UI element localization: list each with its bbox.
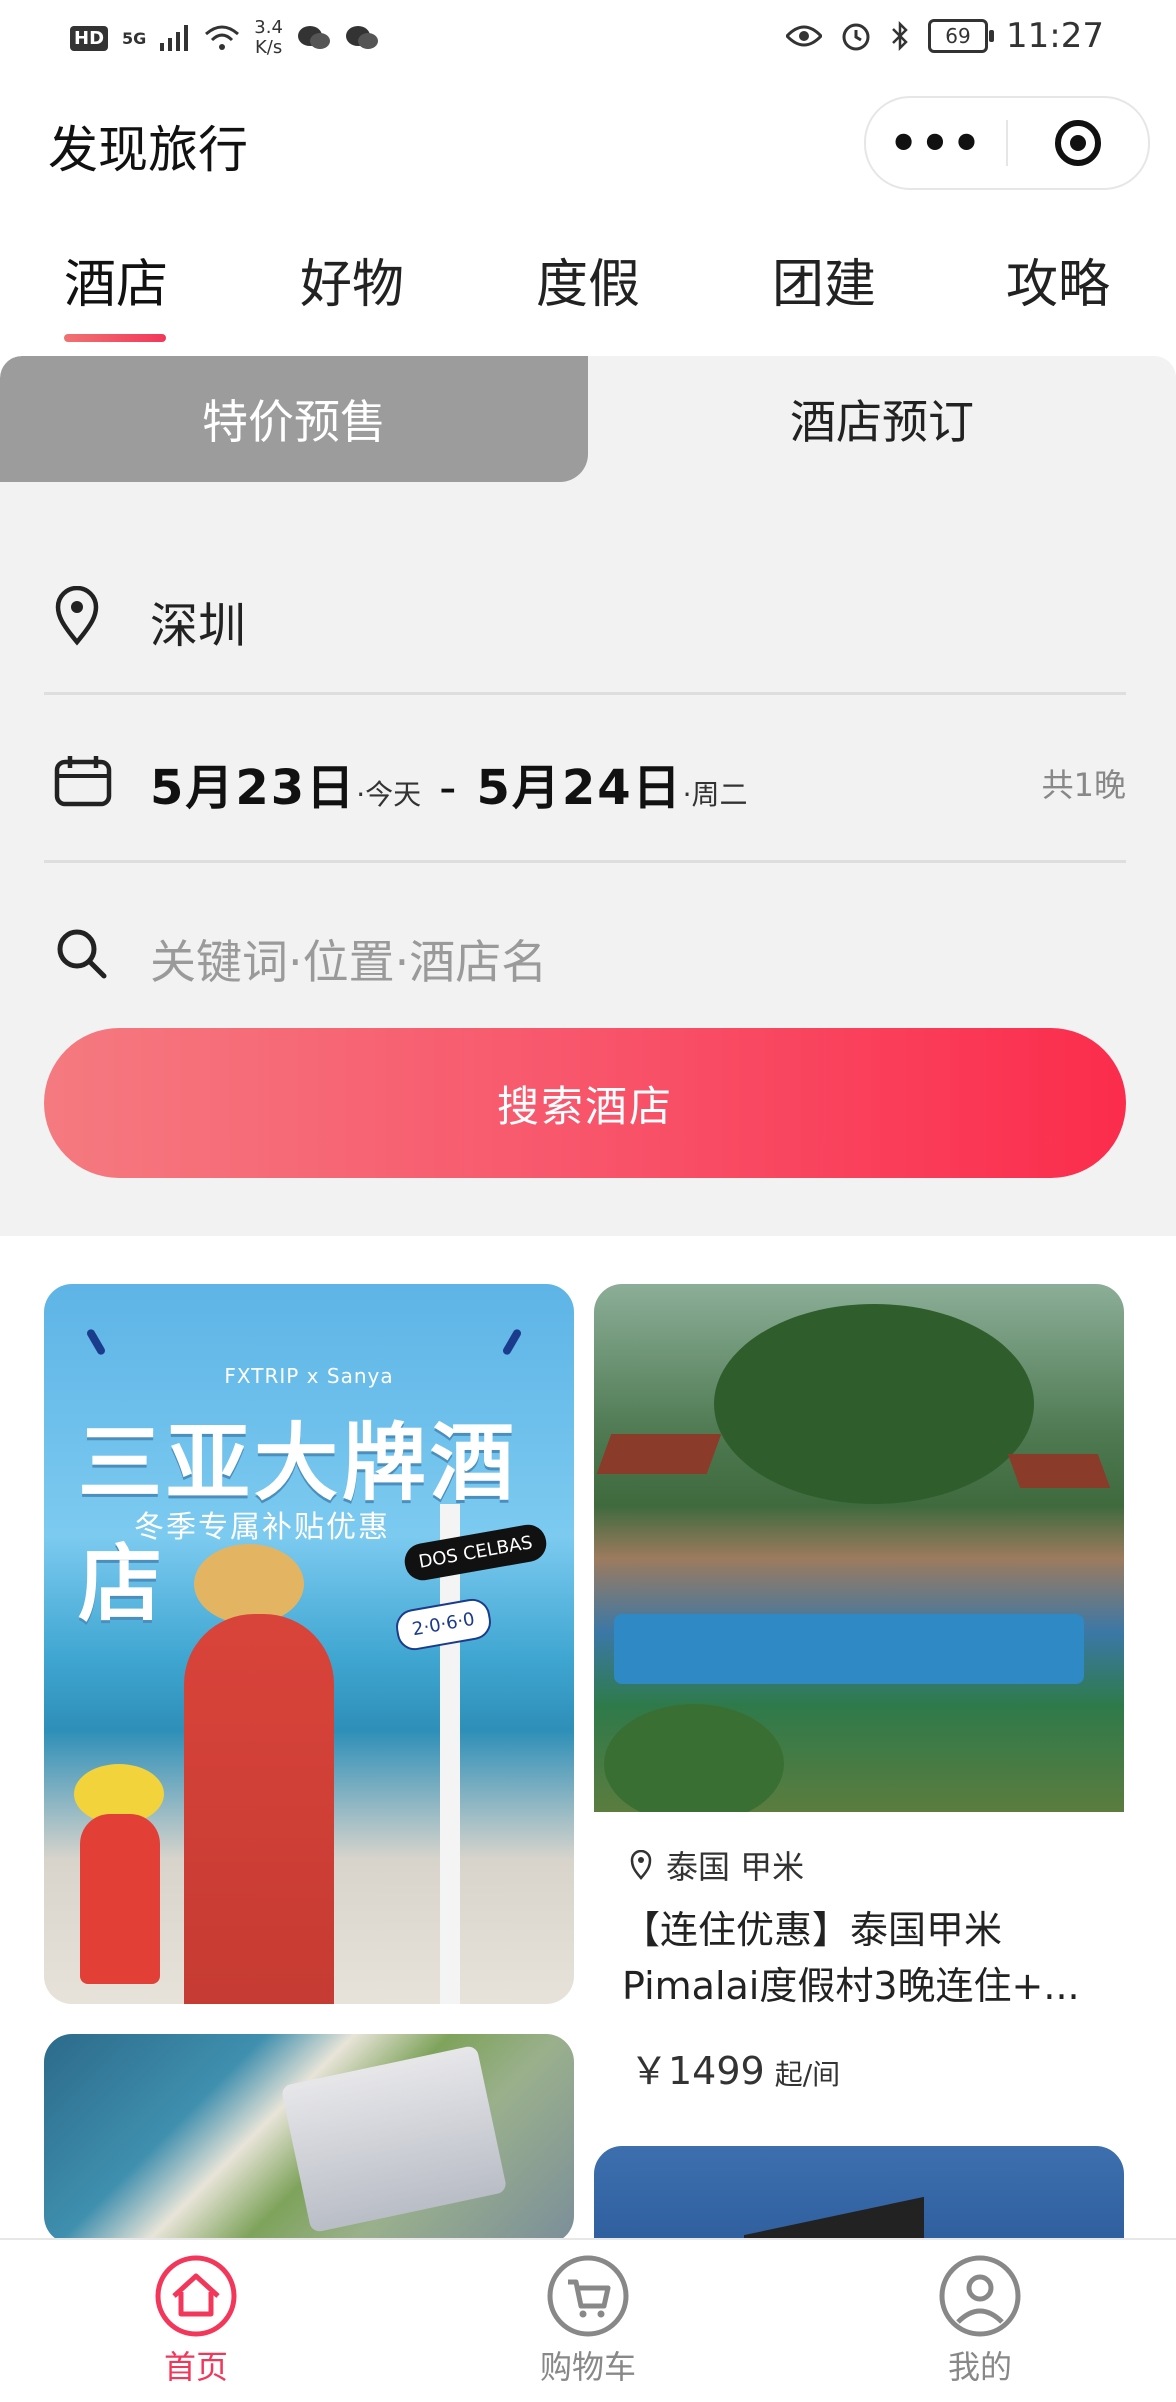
title-bar: 发现旅行 ••• [0, 72, 1176, 212]
calendar-icon [54, 756, 112, 807]
close-button[interactable] [1008, 120, 1148, 166]
hotel-price-row: ￥1499 起/间 [630, 2040, 840, 2095]
search-icon [57, 929, 107, 979]
speed-unit: K/s [254, 37, 283, 58]
pool [614, 1614, 1084, 1684]
profile-icon [939, 2255, 1021, 2337]
signpost [440, 1504, 460, 2004]
location-pin-icon [630, 1850, 652, 1880]
speed-value: 3.4 [254, 17, 283, 38]
bluetooth-icon [892, 20, 908, 52]
wifi-icon [205, 25, 240, 50]
nav-home[interactable]: 首页 [96, 2254, 296, 2388]
woman-figure-hat [194, 1544, 304, 1624]
checkin-date: 5月23日 [150, 760, 357, 816]
hotel-price: ￥1499 [630, 2049, 765, 2093]
battery-icon: 69 [928, 19, 995, 53]
promo-brand: FXTRIP x Sanya [224, 1364, 394, 1388]
alarm-icon [842, 23, 870, 51]
miniprogram-capsule: ••• [864, 96, 1150, 190]
city-selector[interactable]: 深圳 [48, 576, 1126, 666]
more-button[interactable]: ••• [866, 120, 1006, 166]
signal-icon [160, 25, 189, 51]
tab-team-building[interactable]: 团建 [744, 242, 904, 317]
promo-subtitle: 冬季专属补贴优惠 [134, 1510, 390, 1545]
bottom-nav: 首页 购物车 我的 [0, 2238, 1176, 2402]
checkin-day: ·今天 [356, 778, 422, 811]
active-tab-indicator [64, 334, 166, 342]
hotel-building [280, 2044, 508, 2234]
segment-presale[interactable]: 特价预售 [0, 356, 588, 482]
date-separator: - [439, 760, 459, 816]
segment-hotel-booking[interactable]: 酒店预订 [588, 356, 1176, 482]
decor-mark [85, 1327, 107, 1357]
category-tabs: 酒店 好物 度假 团建 攻略 [0, 242, 1176, 352]
keyword-search-field[interactable]: 关键词·位置·酒店名 [48, 916, 1126, 1006]
checkout-day: ·周二 [682, 778, 748, 811]
close-circle-icon [1055, 120, 1101, 166]
hotel-location-text: 泰国 甲米 [666, 1848, 805, 1886]
promo-card-sanya[interactable]: FXTRIP x Sanya 三亚大牌酒店 冬季专属补贴优惠 DOS CELBA… [44, 1284, 574, 2004]
nav-cart-label: 购物车 [539, 2348, 636, 2386]
status-left: HD 5G 3.4 K/s [70, 18, 379, 58]
hotel-photo [594, 1284, 1124, 1824]
divider [44, 860, 1126, 863]
date-selector[interactable]: 5月23日·今天 -5月24日·周二 共1晚 [48, 744, 1126, 834]
hotel-location: 泰国 甲米 [630, 1842, 804, 1888]
tree-canopy [604, 1704, 784, 1824]
clock: 11:27 [1006, 16, 1104, 56]
hotel-card-pimalai[interactable]: 泰国 甲米 【连住优惠】泰国甲米Pimalai度假村3晚连住+... ￥1499… [594, 1284, 1124, 2116]
wechat-icon [297, 26, 330, 49]
hd-badge: HD [70, 25, 109, 51]
wechat-icon-2 [345, 26, 378, 49]
date-range: 5月23日·今天 -5月24日·周二 [150, 748, 748, 818]
location-pin-icon [55, 586, 99, 646]
status-bar: HD 5G 3.4 K/s 69 11:27 [0, 0, 1176, 72]
search-hotel-button[interactable]: 搜索酒店 [44, 1028, 1126, 1178]
nav-profile-label: 我的 [947, 2348, 1012, 2386]
hotel-card-aerial[interactable] [44, 2034, 574, 2244]
tab-vacation[interactable]: 度假 [508, 242, 668, 317]
woman-figure [184, 1614, 334, 2004]
page-title: 发现旅行 [48, 121, 248, 179]
nav-home-label: 首页 [163, 2348, 228, 2386]
tree-canopy [714, 1304, 1034, 1504]
cart-icon [547, 2255, 629, 2337]
network-type: 5G [122, 28, 147, 48]
nights-count: 共1晚 [1041, 766, 1126, 804]
tab-guide[interactable]: 攻略 [978, 242, 1138, 317]
decor-mark [501, 1327, 523, 1357]
divider [44, 692, 1126, 695]
child-figure [80, 1814, 160, 1984]
network-speed: 3.4 K/s [254, 18, 283, 58]
city-name: 深圳 [150, 598, 247, 654]
roof [596, 1434, 722, 1474]
keyword-placeholder: 关键词·位置·酒店名 [150, 935, 548, 989]
status-right: 69 11:27 [786, 16, 1104, 56]
tab-goods[interactable]: 好物 [272, 242, 432, 317]
hotel-title: 【连住优惠】泰国甲米Pimalai度假村3晚连住+... [622, 1908, 1080, 2008]
hotel-info: 泰国 甲米 【连住优惠】泰国甲米Pimalai度假村3晚连住+... ￥1499… [594, 1812, 1124, 2116]
nav-cart[interactable]: 购物车 [488, 2254, 688, 2388]
eye-icon [786, 25, 823, 47]
roof [1007, 1454, 1111, 1488]
home-icon [155, 2255, 237, 2337]
checkout-date: 5月24日 [476, 760, 683, 816]
booking-panel: 特价预售 酒店预订 深圳 5月23日·今天 -5月24日·周二 共1晚 关键词·位… [0, 356, 1176, 1236]
nav-profile[interactable]: 我的 [880, 2254, 1080, 2388]
hotel-price-unit: 起/间 [774, 2058, 841, 2091]
tab-hotel[interactable]: 酒店 [36, 242, 196, 317]
